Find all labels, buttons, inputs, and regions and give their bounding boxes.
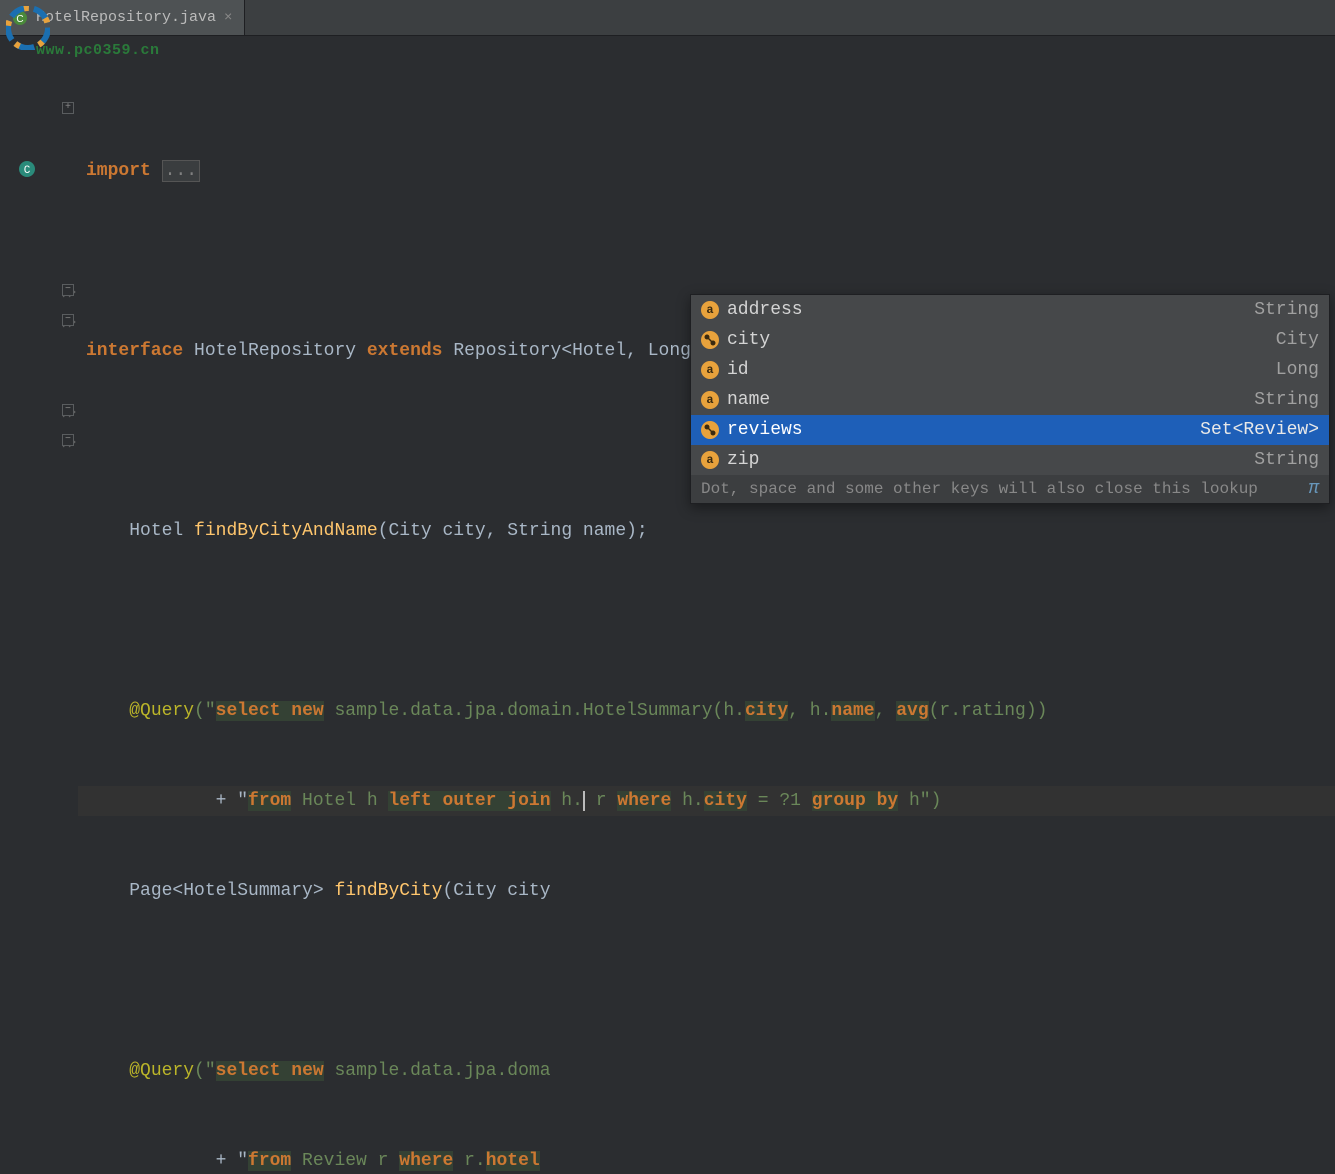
- completion-type: City: [1276, 330, 1319, 350]
- return-type: Page<HotelSummary>: [129, 881, 323, 901]
- completion-name: city: [727, 330, 1268, 350]
- editor-gutter: + C − − − −: [0, 36, 78, 587]
- close-icon[interactable]: ×: [224, 10, 232, 26]
- attribute-icon: a: [701, 391, 719, 409]
- completion-name: address: [727, 300, 1246, 320]
- jpql-keyword: group by: [812, 791, 898, 811]
- tab-filename: HotelRepository.java: [36, 9, 216, 26]
- jpql-keyword: where: [399, 1151, 453, 1171]
- string: (": [194, 701, 216, 721]
- autocomplete-item-address[interactable]: a address String: [691, 295, 1329, 325]
- annotation: @Query: [129, 1061, 194, 1081]
- return-type: Hotel: [129, 521, 183, 541]
- attribute-icon: a: [701, 451, 719, 469]
- fold-toggle-icon[interactable]: +: [62, 102, 74, 114]
- fold-toggle-icon[interactable]: −: [62, 314, 74, 326]
- attribute-icon: a: [701, 301, 719, 319]
- completion-type: String: [1254, 300, 1319, 320]
- completion-type: String: [1254, 390, 1319, 410]
- autocomplete-hint: Dot, space and some other keys will also…: [691, 475, 1329, 503]
- completion-name: reviews: [727, 420, 1192, 440]
- jpql-keyword: from: [248, 791, 291, 811]
- attribute-icon: a: [701, 361, 719, 379]
- jpql-keyword: where: [617, 791, 671, 811]
- fold-toggle-icon[interactable]: −: [62, 404, 74, 416]
- method-name: findByCity: [334, 881, 442, 901]
- autocomplete-popup: a address String city City a id Long a n…: [690, 294, 1330, 504]
- keyword: extends: [367, 341, 443, 361]
- completion-type: Long: [1276, 360, 1319, 380]
- jpql-keyword: new: [291, 701, 323, 721]
- type-name: HotelRepository: [194, 341, 356, 361]
- completion-type: Set<Review>: [1200, 420, 1319, 440]
- completion-name: zip: [727, 450, 1246, 470]
- jpql-keyword: select: [216, 701, 281, 721]
- autocomplete-item-zip[interactable]: a zip String: [691, 445, 1329, 475]
- svg-text:C: C: [24, 165, 31, 177]
- params: (City city, String name);: [378, 521, 648, 541]
- keyword: import: [86, 161, 151, 181]
- jpql-keyword: new: [291, 1061, 323, 1081]
- autocomplete-item-reviews[interactable]: reviews Set<Review>: [691, 415, 1329, 445]
- watermark-url: www.pc0359.cn: [36, 42, 160, 59]
- params: (City city: [443, 881, 551, 901]
- autocomplete-item-city[interactable]: city City: [691, 325, 1329, 355]
- folded-region[interactable]: ...: [162, 160, 200, 182]
- keyword: interface: [86, 341, 183, 361]
- fold-toggle-icon[interactable]: −: [62, 434, 74, 446]
- fold-toggle-icon[interactable]: −: [62, 284, 74, 296]
- editor-tab-bar: C HotelRepository.java ×: [0, 0, 1335, 36]
- autocomplete-item-name[interactable]: a name String: [691, 385, 1329, 415]
- annotation: @Query: [129, 701, 194, 721]
- relation-icon: [701, 331, 719, 349]
- completion-type: String: [1254, 450, 1319, 470]
- jpql-keyword: from: [248, 1151, 291, 1171]
- relation-icon: [701, 421, 719, 439]
- jpql-keyword: left outer join: [388, 791, 550, 811]
- hint-text: Dot, space and some other keys will also…: [701, 480, 1258, 498]
- completion-name: id: [727, 360, 1268, 380]
- implemented-icon[interactable]: C: [18, 160, 36, 178]
- method-name: findByCityAndName: [194, 521, 378, 541]
- pi-icon[interactable]: π: [1308, 479, 1319, 499]
- completion-name: name: [727, 390, 1246, 410]
- type-ref: Repository<Hotel, Long> {: [453, 341, 723, 361]
- jpql-keyword: select: [216, 1061, 281, 1081]
- autocomplete-item-id[interactable]: a id Long: [691, 355, 1329, 385]
